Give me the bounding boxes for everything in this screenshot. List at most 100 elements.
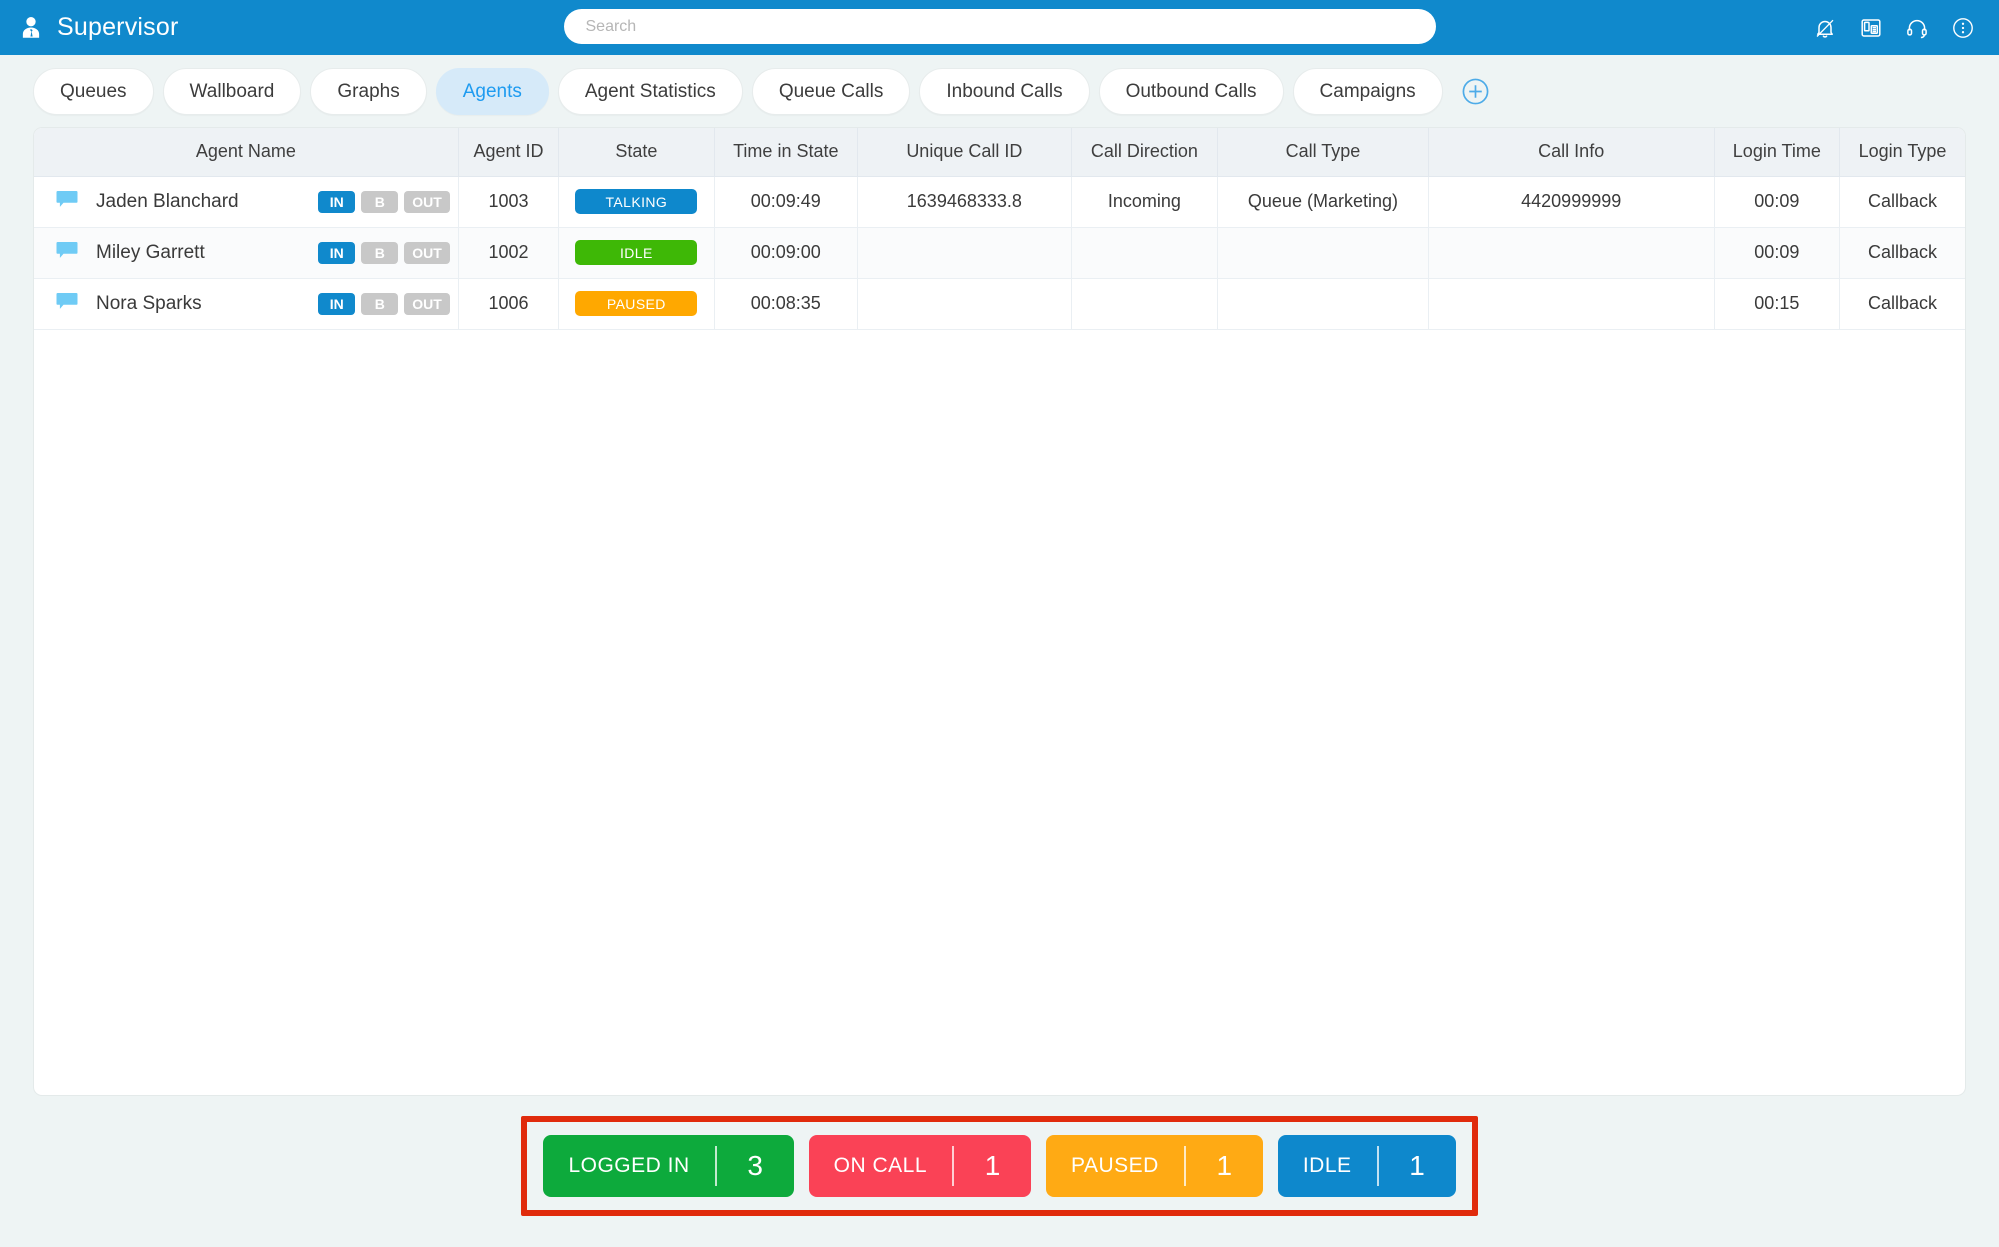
agent-name-label: Jaden Blanchard	[96, 190, 239, 212]
cell-login-type: Callback	[1839, 176, 1965, 228]
status-badge: PAUSED	[575, 291, 698, 316]
headset-icon[interactable]	[1905, 16, 1929, 40]
stat-on-call[interactable]: ON CALL 1	[808, 1135, 1032, 1197]
cell-time-in-state: 00:09:49	[714, 176, 859, 228]
cell-call-type	[1217, 278, 1429, 330]
bell-icon[interactable]	[1813, 16, 1837, 40]
column-header-agent-id[interactable]: Agent ID	[458, 128, 560, 177]
cell-call-info: 4420999999	[1428, 176, 1715, 228]
agent-name-cell: Nora Sparks IN B OUT	[34, 292, 458, 316]
agent-name-cell: Miley Garrett IN B OUT	[34, 241, 458, 265]
stat-on-call-value: 1	[984, 1150, 1001, 1181]
column-header-unique-call-id[interactable]: Unique Call ID	[857, 128, 1072, 177]
brand: Supervisor	[18, 13, 179, 42]
cell-login-time: 00:15	[1714, 278, 1841, 330]
stat-idle-label: IDLE	[1302, 1154, 1352, 1177]
column-header-state[interactable]: State	[558, 128, 715, 177]
stat-idle-value: 1	[1409, 1150, 1425, 1181]
column-header-login-type[interactable]: Login Type	[1839, 128, 1965, 177]
cell-login-time: 00:09	[1714, 227, 1841, 279]
cell-time-in-state: 00:09:00	[714, 227, 859, 279]
tab-graphs[interactable]: Graphs	[310, 68, 427, 115]
agent-name-label: Miley Garrett	[96, 241, 205, 263]
agent-name-label: Nora Sparks	[96, 292, 202, 314]
agent-name-cell: Jaden Blanchard IN B OUT	[34, 190, 458, 214]
column-header-call-info[interactable]: Call Info	[1428, 128, 1715, 177]
tab-queues[interactable]: Queues	[33, 68, 154, 115]
toggle-in[interactable]: IN	[318, 190, 356, 213]
agent-inout-toggles: IN B OUT	[318, 241, 458, 264]
tab-queue-calls[interactable]: Queue Calls	[751, 68, 911, 115]
stat-on-call-label: ON CALL	[833, 1154, 928, 1177]
tab-wallboard[interactable]: Wallboard	[162, 68, 302, 115]
toggle-out[interactable]: OUT	[404, 241, 450, 264]
more-options-icon[interactable]	[1951, 16, 1975, 40]
agent-summary-panel: LOGGED IN 3 ON CALL 1 PAUSED 1 IDLE 1	[521, 1116, 1478, 1216]
toggle-b[interactable]: B	[361, 292, 399, 315]
search-input[interactable]	[563, 9, 1436, 44]
cell-login-type: Callback	[1839, 227, 1965, 279]
stat-paused[interactable]: PAUSED 1	[1046, 1135, 1263, 1197]
column-header-time-in-state[interactable]: Time in State	[714, 128, 859, 177]
user-supervisor-icon	[18, 15, 44, 41]
app-header: Supervisor	[0, 0, 1999, 55]
tab-inbound-calls[interactable]: Inbound Calls	[919, 68, 1090, 115]
page-title: Supervisor	[57, 13, 179, 41]
stat-idle[interactable]: IDLE 1	[1277, 1135, 1456, 1197]
cell-state: IDLE	[558, 227, 715, 279]
tab-campaigns[interactable]: Campaigns	[1292, 68, 1443, 115]
table-row[interactable]: Miley Garrett IN B OUT 1002 IDLE 00:09:0…	[34, 227, 1965, 279]
cell-call-type: Queue (Marketing)	[1217, 176, 1429, 228]
agent-inout-toggles: IN B OUT	[318, 292, 458, 315]
search-container	[563, 9, 1436, 44]
chat-bubble-icon[interactable]	[56, 241, 78, 265]
agents-table: Agent Name Agent ID State Time in State …	[34, 128, 1965, 330]
tab-agents[interactable]: Agents	[435, 68, 549, 115]
toggle-in[interactable]: IN	[318, 241, 356, 264]
cell-unique-call-id	[857, 278, 1072, 330]
cell-time-in-state: 00:08:35	[714, 278, 859, 330]
table-row[interactable]: Jaden Blanchard IN B OUT 1003 TALKING 00…	[34, 176, 1965, 228]
cell-unique-call-id: 1639468333.8	[857, 176, 1072, 228]
chat-bubble-icon[interactable]	[56, 292, 78, 316]
agents-table-card: Agent Name Agent ID State Time in State …	[33, 127, 1966, 1096]
stat-paused-value: 1	[1216, 1150, 1233, 1181]
summary-footer: LOGGED IN 3 ON CALL 1 PAUSED 1 IDLE 1	[0, 1116, 1999, 1216]
tab-agent-statistics[interactable]: Agent Statistics	[557, 68, 743, 115]
toggle-b[interactable]: B	[361, 190, 399, 213]
stat-paused-label: PAUSED	[1071, 1154, 1159, 1177]
tab-bar: Queues Wallboard Graphs Agents Agent Sta…	[0, 55, 1999, 127]
cell-login-type: Callback	[1839, 278, 1965, 330]
cell-call-direction	[1071, 278, 1219, 330]
cell-login-time: 00:09	[1714, 176, 1841, 228]
status-badge: TALKING	[575, 189, 698, 214]
column-header-agent-name[interactable]: Agent Name	[34, 128, 459, 177]
column-header-call-type[interactable]: Call Type	[1217, 128, 1429, 177]
toggle-out[interactable]: OUT	[404, 190, 450, 213]
toggle-out[interactable]: OUT	[404, 292, 450, 315]
cell-agent-id: 1002	[458, 227, 560, 279]
toggle-b[interactable]: B	[361, 241, 399, 264]
toggle-in[interactable]: IN	[318, 292, 356, 315]
cell-call-info	[1428, 278, 1715, 330]
cell-call-direction	[1071, 227, 1219, 279]
cell-unique-call-id	[857, 227, 1072, 279]
table-row[interactable]: Nora Sparks IN B OUT 1006 PAUSED 00:08:3…	[34, 278, 1965, 330]
status-badge: IDLE	[575, 240, 698, 265]
stat-logged-in-value: 3	[747, 1150, 763, 1181]
desk-phone-icon[interactable]	[1859, 16, 1883, 40]
agent-inout-toggles: IN B OUT	[318, 190, 458, 213]
cell-call-type	[1217, 227, 1429, 279]
cell-agent-id: 1003	[458, 176, 560, 228]
cell-state: TALKING	[558, 176, 715, 228]
stat-logged-in[interactable]: LOGGED IN 3	[543, 1135, 794, 1197]
cell-call-info	[1428, 227, 1715, 279]
chat-bubble-icon[interactable]	[56, 190, 78, 214]
cell-agent-id: 1006	[458, 278, 560, 330]
column-header-login-time[interactable]: Login Time	[1714, 128, 1841, 177]
plus-circle-icon[interactable]	[1461, 77, 1491, 107]
column-header-call-direction[interactable]: Call Direction	[1071, 128, 1219, 177]
cell-state: PAUSED	[558, 278, 715, 330]
tab-outbound-calls[interactable]: Outbound Calls	[1098, 68, 1284, 115]
header-actions	[1813, 16, 1981, 40]
